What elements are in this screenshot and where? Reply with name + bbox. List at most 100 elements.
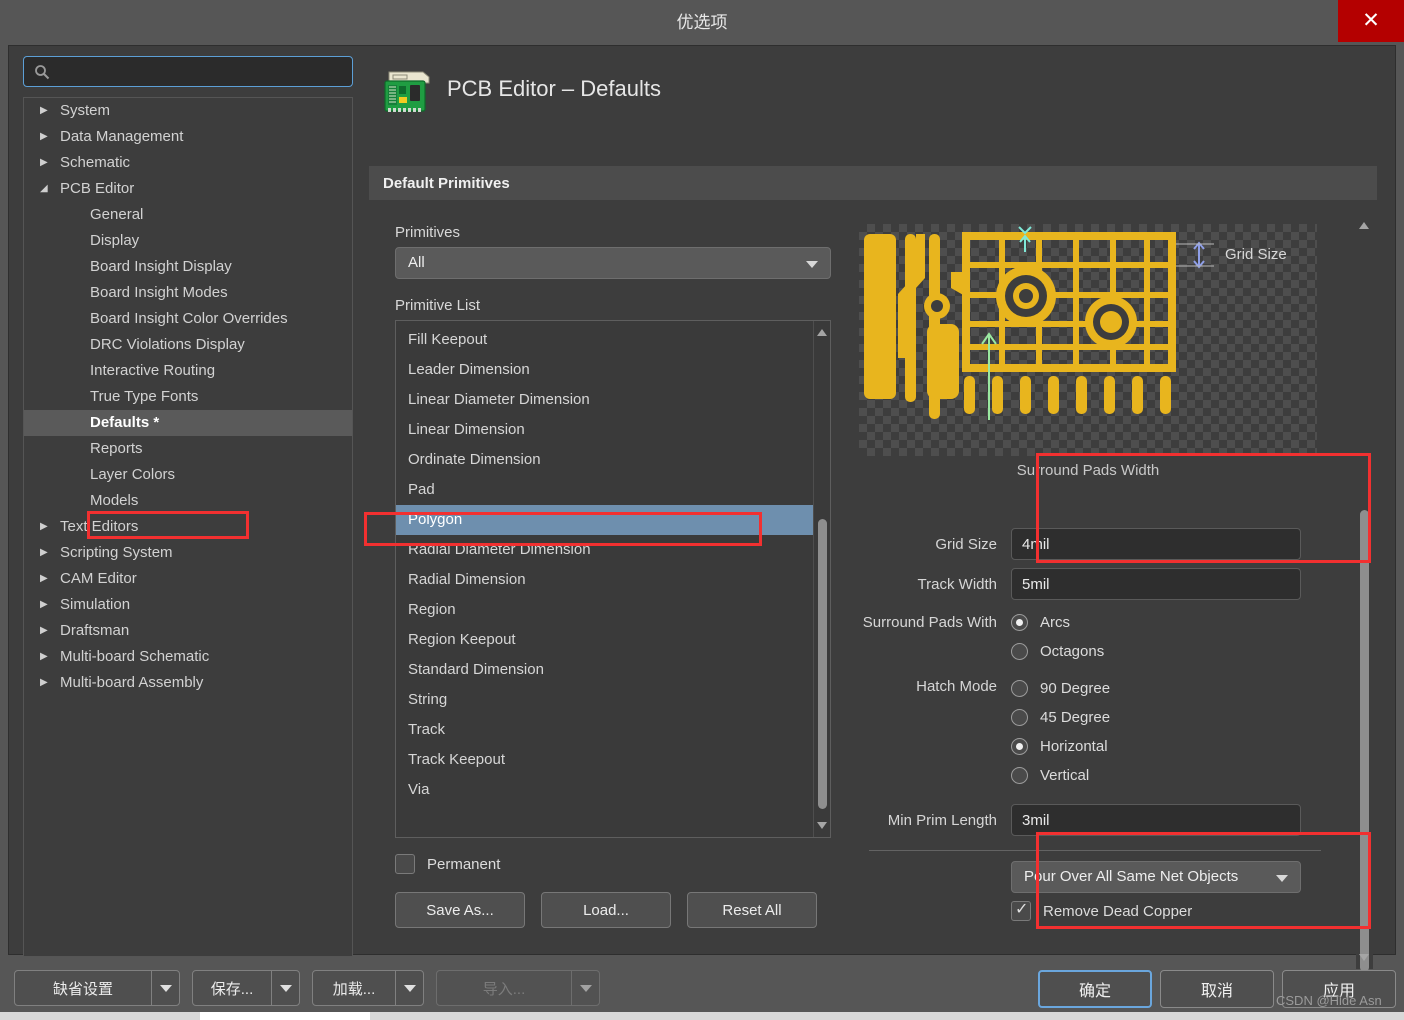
hatch-mode-radio-group[interactable]: 90 Degree 45 Degree Horizontal Vertical xyxy=(1011,674,1110,790)
load-button[interactable]: Load... xyxy=(541,892,671,928)
ok-button[interactable]: 确定 xyxy=(1038,970,1152,1008)
chevron-right-icon[interactable]: ▶ xyxy=(40,644,54,670)
search-input[interactable] xyxy=(58,57,346,86)
min-prim-length-input[interactable] xyxy=(1011,804,1301,836)
sidebar-item-layer-colors[interactable]: Layer Colors xyxy=(24,462,352,488)
radio-button[interactable] xyxy=(1011,738,1028,755)
search-box[interactable] xyxy=(23,56,353,87)
sidebar-item-reports[interactable]: Reports xyxy=(24,436,352,462)
grid-size-input[interactable] xyxy=(1011,528,1301,560)
list-item[interactable]: Linear Diameter Dimension xyxy=(396,385,830,415)
list-item[interactable]: Fill Keepout xyxy=(396,325,830,355)
radio-row[interactable]: Arcs xyxy=(1011,608,1104,637)
scroll-down-icon[interactable] xyxy=(817,822,827,829)
chevron-right-icon[interactable]: ▶ xyxy=(40,618,54,644)
list-item[interactable]: Radial Dimension xyxy=(396,565,830,595)
radio-button[interactable] xyxy=(1011,680,1028,697)
sidebar-item-interactive-routing[interactable]: Interactive Routing xyxy=(24,358,352,384)
min-prim-length-label: Min Prim Length xyxy=(887,811,997,829)
sidebar-item-cam-editor[interactable]: ▶ CAM Editor xyxy=(24,566,352,592)
chevron-down-icon[interactable] xyxy=(395,971,423,1005)
save-button-label: 保存... xyxy=(210,980,254,998)
sidebar-item-simulation[interactable]: ▶ Simulation xyxy=(24,592,352,618)
sidebar-item-schematic[interactable]: ▶ Schematic xyxy=(24,150,352,176)
scrollbar-thumb[interactable] xyxy=(1360,510,1369,972)
cancel-button[interactable]: 取消 xyxy=(1160,970,1274,1008)
radio-button[interactable] xyxy=(1011,643,1028,660)
chevron-right-icon[interactable]: ▶ xyxy=(40,150,54,176)
sidebar-item-models[interactable]: Models xyxy=(24,488,352,514)
primitive-list-scrollbar[interactable] xyxy=(813,321,830,837)
radio-row[interactable]: Horizontal xyxy=(1011,732,1110,761)
sidebar-item-draftsman[interactable]: ▶ Draftsman xyxy=(24,618,352,644)
list-item[interactable]: Radial Diameter Dimension xyxy=(396,535,830,565)
close-icon[interactable]: ✕ xyxy=(1338,0,1404,42)
list-item[interactable]: Track xyxy=(396,715,830,745)
list-item[interactable]: Region Keepout xyxy=(396,625,830,655)
chevron-right-icon[interactable]: ▶ xyxy=(40,670,54,696)
scroll-up-icon[interactable] xyxy=(1359,222,1369,229)
defaults-split-button[interactable]: 缺省设置 xyxy=(14,970,180,1006)
pour-mode-select[interactable]: Pour Over All Same Net Objects xyxy=(1011,861,1301,893)
radio-button[interactable] xyxy=(1011,614,1028,631)
list-item[interactable]: Polygon xyxy=(396,505,830,535)
sidebar-item-board-insight-display[interactable]: Board Insight Display xyxy=(24,254,352,280)
apply-button[interactable]: 应用 xyxy=(1282,970,1396,1008)
list-item[interactable]: String xyxy=(396,685,830,715)
sidebar-item-multi-board-schematic[interactable]: ▶ Multi-board Schematic xyxy=(24,644,352,670)
sidebar-item-scripting-system[interactable]: ▶ Scripting System xyxy=(24,540,352,566)
chevron-right-icon[interactable]: ▶ xyxy=(40,592,54,618)
list-item[interactable]: Track Keepout xyxy=(396,745,830,775)
list-item[interactable]: Ordinate Dimension xyxy=(396,445,830,475)
radio-row[interactable]: 45 Degree xyxy=(1011,703,1110,732)
sidebar-item-defaults[interactable]: Defaults * xyxy=(24,410,352,436)
chevron-down-icon[interactable] xyxy=(151,971,179,1005)
sidebar-item-true-type-fonts[interactable]: True Type Fonts xyxy=(24,384,352,410)
sidebar-item-display[interactable]: Display xyxy=(24,228,352,254)
list-item[interactable]: Region xyxy=(396,595,830,625)
scroll-up-icon[interactable] xyxy=(817,329,827,336)
sidebar-item-drc-violations-display[interactable]: DRC Violations Display xyxy=(24,332,352,358)
remove-dead-copper-checkbox[interactable] xyxy=(1011,899,1031,921)
primitives-filter-select[interactable]: All xyxy=(395,247,831,279)
radio-row[interactable]: Vertical xyxy=(1011,761,1110,790)
radio-button[interactable] xyxy=(1011,709,1028,726)
list-item[interactable]: Standard Dimension xyxy=(396,655,830,685)
primitive-list[interactable]: Fill Keepout Leader Dimension Linear Diame… xyxy=(395,320,831,838)
chevron-right-icon[interactable]: ▶ xyxy=(40,514,54,540)
list-item[interactable]: Leader Dimension xyxy=(396,355,830,385)
load-split-button[interactable]: 加载... xyxy=(312,970,424,1006)
chevron-right-icon[interactable]: ▶ xyxy=(40,124,54,150)
chevron-right-icon[interactable]: ▶ xyxy=(40,98,54,124)
chevron-down-icon xyxy=(806,261,818,268)
sidebar-item-data-management[interactable]: ▶ Data Management xyxy=(24,124,352,150)
sidebar-item-label: DRC Violations Display xyxy=(90,336,245,353)
preferences-tree[interactable]: ▶ System ▶ Data Management ▶ Schematic ◢ PCB Ed… xyxy=(23,97,353,957)
sidebar-item-board-insight-color-overrides[interactable]: Board Insight Color Overrides xyxy=(24,306,352,332)
reset-all-button[interactable]: Reset All xyxy=(687,892,817,928)
list-item[interactable]: Pad xyxy=(396,475,830,505)
chevron-right-icon[interactable]: ▶ xyxy=(40,540,54,566)
settings-pane-scrollbar[interactable] xyxy=(1356,214,1373,972)
sidebar-item-board-insight-modes[interactable]: Board Insight Modes xyxy=(24,280,352,306)
surround-pads-radio-group[interactable]: Arcs Octagons xyxy=(1011,608,1104,666)
radio-row[interactable]: 90 Degree xyxy=(1011,674,1110,703)
sidebar-item-multi-board-assembly[interactable]: ▶ Multi-board Assembly xyxy=(24,670,352,696)
list-item[interactable]: Via xyxy=(396,775,830,805)
chevron-right-icon[interactable]: ▶ xyxy=(40,566,54,592)
chevron-down-icon[interactable]: ◢ xyxy=(40,176,54,202)
save-as-button[interactable]: Save As... xyxy=(395,892,525,928)
chevron-down-icon[interactable] xyxy=(271,971,299,1005)
save-split-button[interactable]: 保存... xyxy=(192,970,300,1006)
track-width-input[interactable] xyxy=(1011,568,1301,600)
sidebar-item-pcb-editor[interactable]: ◢ PCB Editor xyxy=(24,176,352,202)
sidebar-item-system[interactable]: ▶ System xyxy=(24,98,352,124)
permanent-checkbox[interactable] xyxy=(395,854,415,874)
radio-button[interactable] xyxy=(1011,767,1028,784)
sidebar-item-general[interactable]: General xyxy=(24,202,352,228)
list-item[interactable]: Linear Dimension xyxy=(396,415,830,445)
scrollbar-thumb[interactable] xyxy=(818,519,827,809)
taskbar-item[interactable] xyxy=(200,1012,370,1020)
radio-row[interactable]: Octagons xyxy=(1011,637,1104,666)
sidebar-item-text-editors[interactable]: ▶ Text Editors xyxy=(24,514,352,540)
